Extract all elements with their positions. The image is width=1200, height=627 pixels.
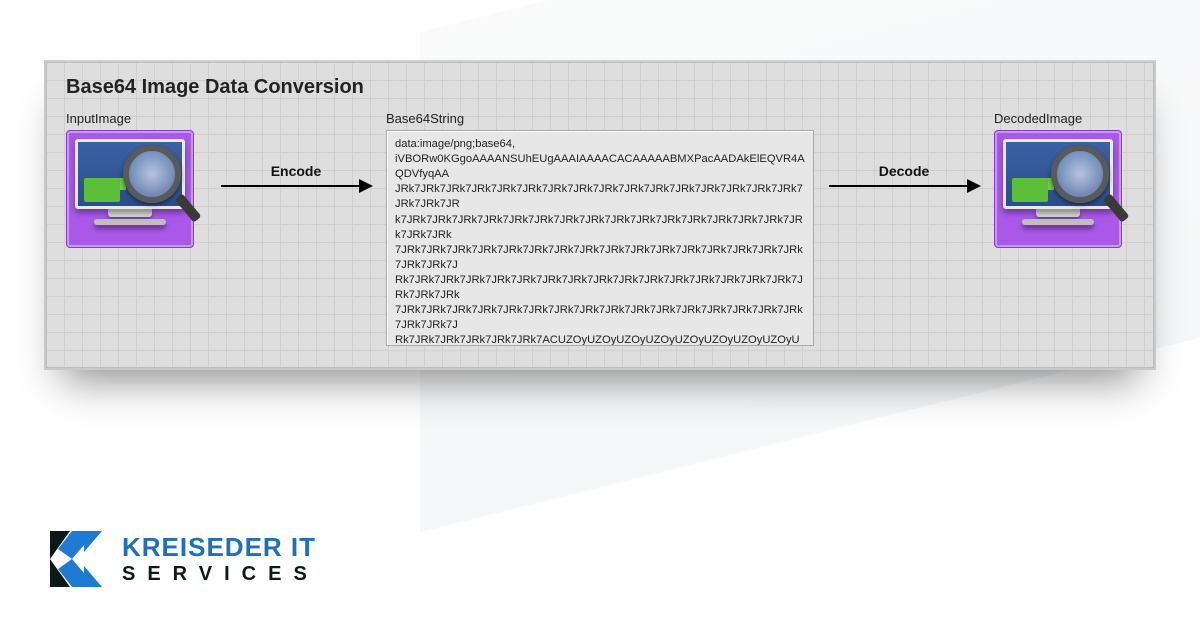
encode-label: Encode [271,163,322,179]
magnifier-icon [1051,145,1115,209]
decoded-image[interactable] [994,130,1122,248]
base64-label: Base64String [386,111,814,126]
logo-mark-icon [44,527,108,591]
base64-column: Base64String data:image/png;base64, iVBO… [386,111,814,346]
output-label: DecodedImage [994,111,1134,126]
decode-label: Decode [879,163,930,179]
input-label: InputImage [66,111,206,126]
decode-arrow: Decode [824,163,984,187]
magnifier-icon [123,145,187,209]
logo-line2: SERVICES [122,563,319,586]
conversion-panel: Base64 Image Data Conversion InputImage … [44,60,1156,370]
magnifier-monitor-icon [1003,139,1113,239]
encode-arrow: Encode [216,163,376,187]
logo-line1: KREISEDER IT [122,532,319,563]
base64-output[interactable]: data:image/png;base64, iVBORw0KGgoAAAANS… [386,130,814,346]
magnifier-monitor-icon [75,139,185,239]
brand-logo: KREISEDER IT SERVICES [44,527,319,591]
input-column: InputImage [66,111,206,248]
logo-text: KREISEDER IT SERVICES [122,532,319,586]
output-column: DecodedImage [994,111,1134,248]
arrow-right-icon [829,185,979,187]
input-image[interactable] [66,130,194,248]
flow-row: InputImage Encode Base64String data:imag… [66,111,1134,346]
arrow-right-icon [221,185,371,187]
panel-title: Base64 Image Data Conversion [66,76,1134,99]
